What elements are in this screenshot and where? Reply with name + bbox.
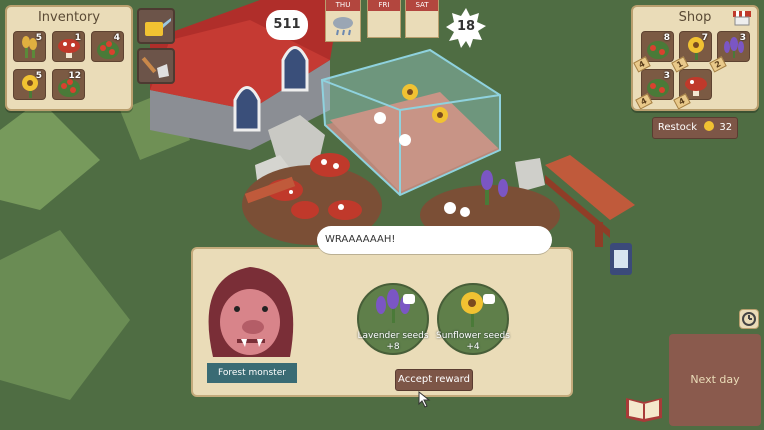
day-name: SAT	[406, 0, 438, 11]
day-name: THU	[326, 0, 360, 11]
restock-button[interactable]: Restock 32	[652, 117, 738, 139]
speech-bubble: WRAAAAAAH!	[317, 226, 552, 254]
slot-count: 3	[739, 33, 746, 43]
day-card-sat: SAT	[405, 0, 439, 38]
restock-cost: 32	[719, 122, 733, 133]
speech-text: WRAAAAAAH!	[325, 234, 396, 245]
clock-button[interactable]	[739, 309, 759, 329]
next-day-button[interactable]: Next day	[669, 334, 761, 426]
slot-count: 8	[663, 33, 670, 43]
accept-reward-label: Accept reward	[398, 374, 470, 385]
shop-panel: Shop 8 7 3 3 4 1 2 4 4	[631, 5, 759, 111]
reward-name: Sunflower seeds	[436, 331, 510, 341]
day-name: FRI	[368, 0, 400, 11]
journal-button[interactable]	[624, 392, 664, 422]
slot-count: 12	[68, 71, 81, 81]
inventory-slot-tomato[interactable]: 4	[91, 31, 124, 62]
reward-name: Lavender seeds	[357, 331, 429, 341]
coin-count: 511	[273, 17, 301, 32]
inventory-title: Inventory	[37, 10, 101, 25]
lantern	[610, 243, 632, 275]
slot-count: 7	[701, 33, 708, 43]
day-badge-value: 18	[456, 19, 476, 34]
inventory-slot-mushroom[interactable]: 1	[52, 31, 85, 62]
watering-can-icon	[145, 18, 171, 36]
day-card-thu: THU	[325, 0, 361, 42]
inventory-slot-wheat[interactable]: 5	[13, 31, 46, 62]
restock-label: Restock	[657, 122, 698, 133]
slot-count: 1	[74, 33, 81, 43]
inventory-panel: Inventory 5 1 4 5 12	[5, 5, 133, 111]
inventory-slot-tomato-2[interactable]: 12	[52, 69, 85, 100]
character-name-tag: Forest monster	[207, 363, 297, 383]
reward-dialog: Forest monster Lavender seeds +8 Sunflow…	[191, 247, 573, 397]
slot-count: 5	[35, 71, 42, 81]
reward-label-sunflower: Sunflower seeds +4	[428, 331, 518, 353]
seed-bag-icon	[483, 294, 495, 304]
watering-can-button[interactable]	[137, 8, 175, 44]
day-badge: 18	[446, 8, 486, 48]
reward-label-lavender: Lavender seeds +8	[348, 331, 438, 353]
seed-bag-icon	[403, 294, 415, 304]
shop-awning-icon	[733, 11, 751, 26]
forest-monster-portrait	[208, 267, 294, 357]
book-icon	[626, 398, 662, 422]
inventory-slot-sunflower[interactable]: 5	[13, 69, 46, 100]
reward-amount: +4	[466, 342, 480, 352]
coin-counter: 511	[266, 10, 308, 40]
shovel-button[interactable]	[137, 48, 175, 84]
clock-icon	[742, 312, 756, 326]
coin-icon	[704, 121, 715, 131]
cursor-icon	[418, 390, 431, 408]
slot-count: 5	[35, 33, 42, 43]
character-name: Forest monster	[218, 368, 286, 378]
reward-amount: +8	[386, 342, 400, 352]
accept-reward-button[interactable]: Accept reward	[395, 369, 473, 391]
slot-count: 4	[113, 33, 120, 43]
slot-count: 3	[663, 71, 670, 81]
mushroom-icon	[685, 77, 707, 96]
day-card-fri: FRI	[367, 0, 401, 38]
shovel-icon	[141, 56, 169, 78]
rain-icon	[333, 17, 353, 36]
next-day-label: Next day	[690, 373, 740, 386]
